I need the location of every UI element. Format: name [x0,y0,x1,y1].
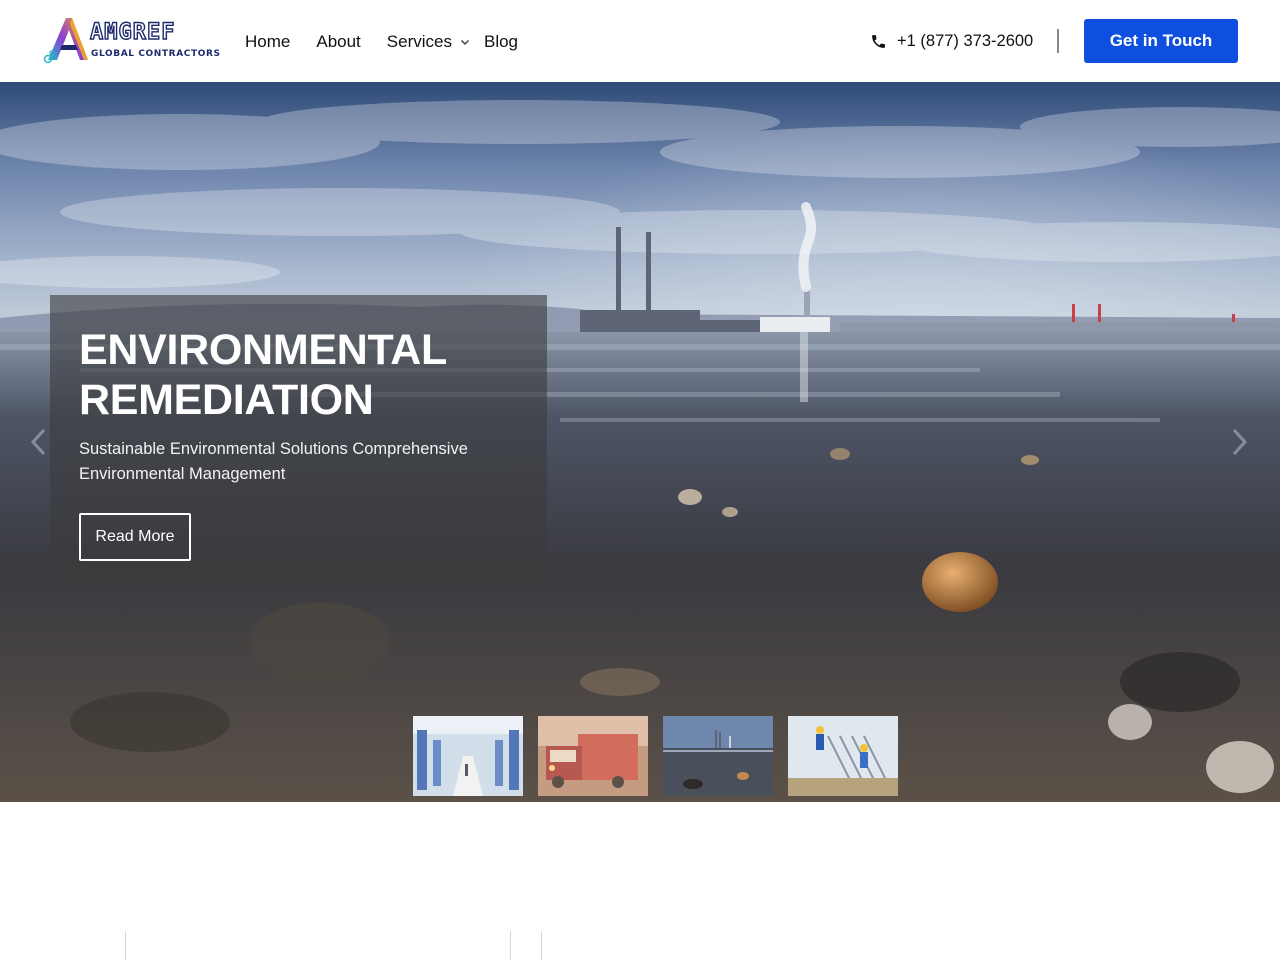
phone-number: +1 (877) 373-2600 [897,32,1034,50]
column-divider [541,931,542,960]
nav-services-label: Services [386,32,452,51]
slide-thumbnails [413,716,898,796]
main-nav: Home About Services Blog [245,30,544,54]
brand-logo[interactable]: AMGREF GLOBAL CONTRACTORS [42,16,220,66]
get-in-touch-button[interactable]: Get in Touch [1084,19,1238,63]
phone-icon [872,34,885,48]
logo-wordmark: AMGREF [89,20,176,45]
thumbnail-truck[interactable] [538,716,648,796]
thumbnail-coastal-industrial[interactable] [663,716,773,796]
chevron-down-icon [461,40,469,45]
content-section [0,802,1280,960]
hero-caption-panel: ENVIRONMENTAL REMEDIATION Sustainable En… [50,295,547,590]
read-more-button[interactable]: Read More [79,513,191,561]
logo-tagline: GLOBAL CONTRACTORS [91,49,221,59]
site-header: AMGREF GLOBAL CONTRACTORS Home About Ser… [0,0,1280,82]
thumbnail-warehouse[interactable] [413,716,523,796]
phone-link[interactable]: +1 (877) 373-2600 [870,30,1033,52]
hero-subtitle: Sustainable Environmental Solutions Comp… [79,440,468,483]
truck-image [538,716,648,796]
column-divider [125,931,126,960]
nav-blog[interactable]: Blog [484,30,518,54]
construction-workers-image [788,716,898,796]
chevron-left-icon[interactable] [28,427,50,457]
nav-services[interactable]: Services [387,30,470,54]
hero-slider: ENVIRONMENTAL REMEDIATION Sustainable En… [0,82,1280,802]
hero-title: ENVIRONMENTAL REMEDIATION [79,326,447,424]
nav-home[interactable]: Home [245,30,290,54]
header-divider [1057,29,1059,53]
chevron-right-icon[interactable] [1228,427,1250,457]
thumbnail-construction-workers[interactable] [788,716,898,796]
warehouse-image [413,716,523,796]
column-divider [510,931,511,960]
nav-about[interactable]: About [316,30,360,54]
coastal-industrial-image [663,716,773,796]
